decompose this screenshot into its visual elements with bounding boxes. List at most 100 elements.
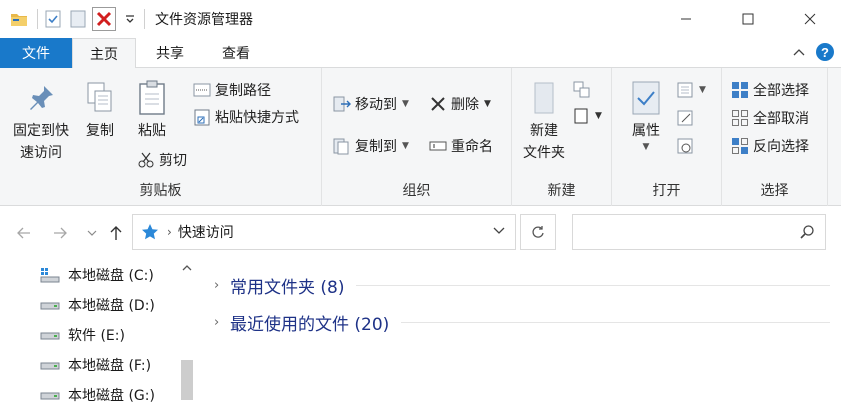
cut-button[interactable]: 剪切 [136,148,187,172]
minimize-button[interactable] [655,0,717,38]
breadcrumb[interactable]: 快速访问 [178,222,234,242]
nav-item-drive-c[interactable]: 本地磁盘 (C:) [40,263,154,287]
drive-icon [40,357,60,373]
select-all-label: 全部选择 [753,83,809,99]
select-none-button[interactable]: 全部取消 [730,106,809,130]
new-folder-button[interactable]: 新建 文件夹 [518,78,570,164]
pin-icon [23,78,59,118]
move-to-icon [332,94,352,114]
new-group: 新建 文件夹 ▼ 新建 [512,68,612,206]
paste-shortcut-label: 粘贴快捷方式 [215,110,299,126]
history-button[interactable] [676,134,699,158]
invert-selection-label: 反向选择 [753,139,809,155]
paste-label: 粘贴 [138,123,166,139]
new-group-label: 新建 [547,183,576,199]
recent-locations-button[interactable] [80,220,104,246]
back-button[interactable] [12,220,36,246]
search-input[interactable] [572,214,826,250]
paste-button[interactable]: 粘贴 [130,78,174,142]
new-folder-small-icon[interactable] [67,8,89,30]
paste-shortcut-icon [192,107,212,127]
new-item-button[interactable] [572,78,595,102]
address-dropdown-icon[interactable] [493,227,505,235]
properties-button[interactable]: 属性 ▼ [622,78,670,152]
copy-label: 复制 [86,123,114,139]
easy-access-button[interactable]: ▼ [572,104,602,128]
section-label: 常用文件夹 (8) [230,277,345,298]
close-button[interactable] [779,0,841,38]
copy-button[interactable]: 复制 [78,78,122,142]
nav-item-drive-f[interactable]: 本地磁盘 (F:) [40,353,151,377]
invert-selection-button[interactable]: 反向选择 [730,134,809,158]
select-all-button[interactable]: 全部选择 [730,78,809,102]
organize-group-label: 组织 [402,183,431,199]
up-button[interactable] [104,220,128,246]
svg-text:?: ? [821,45,829,60]
nav-item-label: 软件 (E:) [68,328,125,344]
open-group-label: 打开 [652,183,681,199]
scissors-icon [136,150,156,170]
tab-home[interactable]: 主页 [72,38,136,69]
address-bar[interactable]: › 快速访问 [132,214,516,250]
new-folder-label-2: 文件夹 [523,145,565,161]
scrollbar-thumb[interactable] [181,360,193,400]
copy-to-label: 复制到 [355,139,397,155]
scroll-up-icon[interactable] [182,264,192,272]
clipboard-group: 固定到快 速访问 复制 粘贴 复制路径 粘贴快捷方式 剪切 剪贴板 [0,68,322,206]
delete-button[interactable]: 删除 ▼ [428,92,491,116]
rename-icon [428,136,448,156]
select-none-icon [730,108,750,128]
move-to-button[interactable]: 移动到 ▼ [332,92,409,116]
section-frequent-folders[interactable]: › 常用文件夹 (8) [214,271,830,299]
forward-button[interactable] [48,220,72,246]
drive-icon [40,387,60,403]
copy-to-button[interactable]: 复制到 ▼ [332,134,409,158]
select-none-label: 全部取消 [753,111,809,127]
drive-icon [40,327,60,343]
collapse-ribbon-icon[interactable] [793,47,805,62]
customize-dropdown-icon[interactable] [119,8,141,30]
refresh-button[interactable] [520,214,556,250]
pin-label-1: 固定到快 [13,123,69,139]
nav-scrollbar[interactable] [178,258,196,400]
new-folder-icon [526,78,562,118]
nav-item-drive-e[interactable]: 软件 (E:) [40,323,125,347]
star-icon [141,223,159,241]
section-recent-files[interactable]: › 最近使用的文件 (20) [214,308,830,336]
title-bar: 文件资源管理器 [0,0,841,38]
folder-icon [8,8,30,30]
maximize-button[interactable] [717,0,779,38]
rename-button[interactable]: 重命名 [428,134,493,158]
pin-label-2: 速访问 [20,145,62,161]
rename-label: 重命名 [451,139,493,155]
tab-share[interactable]: 共享 [140,38,200,68]
properties-label: 属性 [632,123,660,139]
properties-check-icon[interactable] [42,8,64,30]
address-row: › 快速访问 [0,214,841,252]
content-pane: › 常用文件夹 (8) › 最近使用的文件 (20) [200,258,841,400]
select-group: 全部选择 全部取消 反向选择 选择 [722,68,828,206]
nav-item-drive-g[interactable]: 本地磁盘 (G:) [40,383,155,407]
nav-item-label: 本地磁盘 (D:) [68,298,155,314]
tab-view[interactable]: 查看 [205,38,267,68]
nav-item-drive-d[interactable]: 本地磁盘 (D:) [40,293,155,317]
open-button[interactable]: ▼ [676,78,706,102]
window-title: 文件资源管理器 [155,12,253,28]
copy-path-label: 复制路径 [215,83,271,99]
pin-quick-access-button[interactable]: 固定到快 速访问 [6,78,76,164]
open-group: 属性 ▼ ▼ 打开 [612,68,722,206]
copy-path-button[interactable]: 复制路径 [192,78,271,102]
edit-button[interactable] [676,106,699,130]
drive-icon [40,297,60,313]
select-all-icon [730,80,750,100]
delete-x-icon[interactable] [92,7,116,31]
help-icon[interactable]: ? [815,42,835,66]
tab-file[interactable]: 文件 [0,38,72,68]
delete-label: 删除 [451,97,479,113]
windows-drive-icon [40,267,60,283]
section-label: 最近使用的文件 (20) [230,314,390,335]
copy-path-icon [192,80,212,100]
chevron-right-icon: › [214,314,220,330]
breadcrumb-chevron-icon: › [167,225,172,239]
paste-shortcut-button[interactable]: 粘贴快捷方式 [192,105,299,129]
